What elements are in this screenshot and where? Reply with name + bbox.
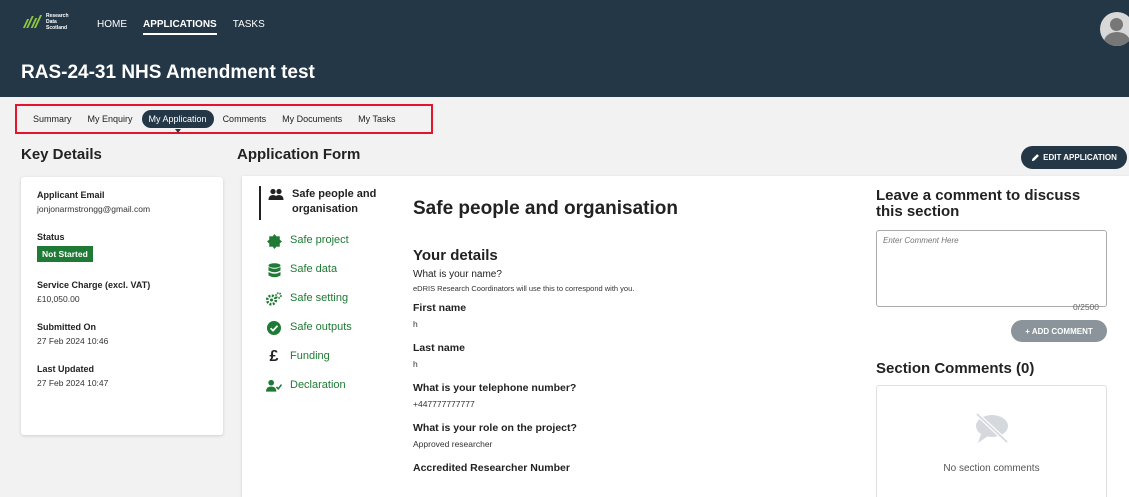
tab-my-enquiry[interactable]: My Enquiry bbox=[81, 110, 140, 128]
section-nav-safe-people[interactable]: Safe people and organisation bbox=[259, 186, 394, 220]
section-nav-safe-outputs[interactable]: Safe outputs bbox=[259, 320, 394, 336]
telephone-label: What is your telephone number? bbox=[413, 382, 577, 394]
section-comments-title: Section Comments (0) bbox=[876, 360, 1035, 377]
user-avatar[interactable] bbox=[1100, 12, 1129, 46]
main-nav: HOME APPLICATIONS TASKS bbox=[97, 19, 265, 35]
applicant-email-label: Applicant Email bbox=[37, 190, 105, 200]
form-section-title: Safe people and organisation bbox=[413, 198, 678, 219]
last-name-label: Last name bbox=[413, 342, 465, 354]
section-nav-safe-project[interactable]: Safe project bbox=[259, 233, 394, 249]
service-charge-label: Service Charge (excl. VAT) bbox=[37, 280, 151, 290]
cogs-icon bbox=[266, 291, 282, 307]
section-nav-label: Safe data bbox=[290, 263, 338, 275]
applicant-email-value: jonjonarmstrongg@gmail.com bbox=[37, 204, 151, 214]
comment-input[interactable] bbox=[876, 230, 1107, 307]
app-header: Research Data Scotland HOME APPLICATIONS… bbox=[0, 0, 1129, 97]
tab-summary[interactable]: Summary bbox=[26, 110, 79, 128]
brand-logo[interactable]: Research Data Scotland bbox=[22, 13, 69, 31]
database-icon bbox=[266, 262, 282, 278]
name-hint: eDRIS Research Coordinators will use thi… bbox=[413, 284, 635, 293]
tab-my-tasks[interactable]: My Tasks bbox=[351, 110, 402, 128]
application-form-heading: Application Form bbox=[237, 146, 361, 163]
brand-text: Research Data Scotland bbox=[46, 13, 69, 31]
nav-home[interactable]: HOME bbox=[97, 19, 127, 35]
role-label: What is your role on the project? bbox=[413, 422, 577, 434]
telephone-value: +447777777777 bbox=[413, 399, 475, 409]
people-icon bbox=[268, 187, 284, 203]
section-nav-safe-setting[interactable]: Safe setting bbox=[259, 291, 394, 307]
key-details-heading: Key Details bbox=[21, 146, 102, 163]
form-content: Safe people and organisation Your detail… bbox=[413, 198, 853, 474]
comment-char-counter: 0/2500 bbox=[1073, 302, 1099, 312]
comment-panel: Leave a comment to discuss this section … bbox=[876, 188, 1108, 497]
application-form-card: Safe people and organisation Safe projec… bbox=[242, 176, 1129, 497]
page-title: RAS-24-31 NHS Amendment test bbox=[21, 62, 315, 83]
section-nav-label: Declaration bbox=[290, 379, 346, 391]
tab-my-application[interactable]: My Application bbox=[141, 110, 214, 133]
no-comments-text: No section comments bbox=[943, 463, 1040, 474]
section-nav-label: Safe outputs bbox=[290, 321, 352, 333]
service-charge-value: £10,050.00 bbox=[37, 294, 80, 304]
avatar-body-icon bbox=[1104, 32, 1129, 46]
user-check-icon bbox=[266, 378, 282, 394]
last-updated-value: 27 Feb 2024 10:47 bbox=[37, 378, 109, 388]
badge-icon bbox=[266, 233, 282, 249]
edit-application-button[interactable]: EDIT APPLICATION bbox=[1021, 146, 1127, 169]
brand-line: Scotland bbox=[46, 25, 68, 31]
application-tabs: Summary My Enquiry My Application Commen… bbox=[15, 104, 433, 134]
section-nav-label: Safe people and organisation bbox=[292, 188, 377, 215]
comment-slash-icon bbox=[972, 412, 1012, 451]
name-question: What is your name? bbox=[413, 269, 502, 280]
submitted-on-value: 27 Feb 2024 10:46 bbox=[37, 336, 109, 346]
section-nav-declaration[interactable]: Declaration bbox=[259, 378, 394, 394]
accredited-researcher-label: Accredited Researcher Number bbox=[413, 462, 570, 474]
add-comment-button[interactable]: + ADD COMMENT bbox=[1011, 320, 1107, 342]
nav-tasks[interactable]: TASKS bbox=[233, 19, 265, 35]
tab-comments[interactable]: Comments bbox=[216, 110, 274, 128]
avatar-head-icon bbox=[1110, 18, 1123, 31]
section-nav-label: Safe setting bbox=[290, 292, 349, 304]
submitted-on-label: Submitted On bbox=[37, 322, 96, 332]
comment-panel-title: Leave a comment to discuss this section bbox=[876, 187, 1081, 220]
check-circle-icon bbox=[266, 320, 282, 336]
status-label: Status bbox=[37, 232, 65, 242]
key-details-card: Applicant Email jonjonarmstrongg@gmail.c… bbox=[21, 177, 223, 435]
section-nav-label: Funding bbox=[290, 350, 330, 362]
section-nav-funding[interactable]: £ Funding bbox=[259, 349, 394, 365]
edit-application-label: EDIT APPLICATION bbox=[1043, 153, 1117, 162]
brand-mark-icon bbox=[22, 15, 43, 29]
section-nav-safe-data[interactable]: Safe data bbox=[259, 262, 394, 278]
pound-icon: £ bbox=[269, 348, 279, 365]
status-badge: Not Started bbox=[37, 246, 93, 262]
role-value: Approved researcher bbox=[413, 439, 493, 449]
last-name-value: h bbox=[413, 359, 418, 369]
section-comments-list: No section comments bbox=[876, 385, 1107, 497]
first-name-value: h bbox=[413, 319, 418, 329]
section-nav-label: Safe project bbox=[290, 234, 349, 246]
tab-my-documents[interactable]: My Documents bbox=[275, 110, 349, 128]
last-updated-label: Last Updated bbox=[37, 364, 95, 374]
form-section-nav: Safe people and organisation Safe projec… bbox=[259, 186, 394, 407]
nav-applications[interactable]: APPLICATIONS bbox=[143, 19, 217, 35]
pencil-icon bbox=[1032, 154, 1040, 162]
your-details-heading: Your details bbox=[413, 247, 498, 264]
first-name-label: First name bbox=[413, 302, 467, 314]
